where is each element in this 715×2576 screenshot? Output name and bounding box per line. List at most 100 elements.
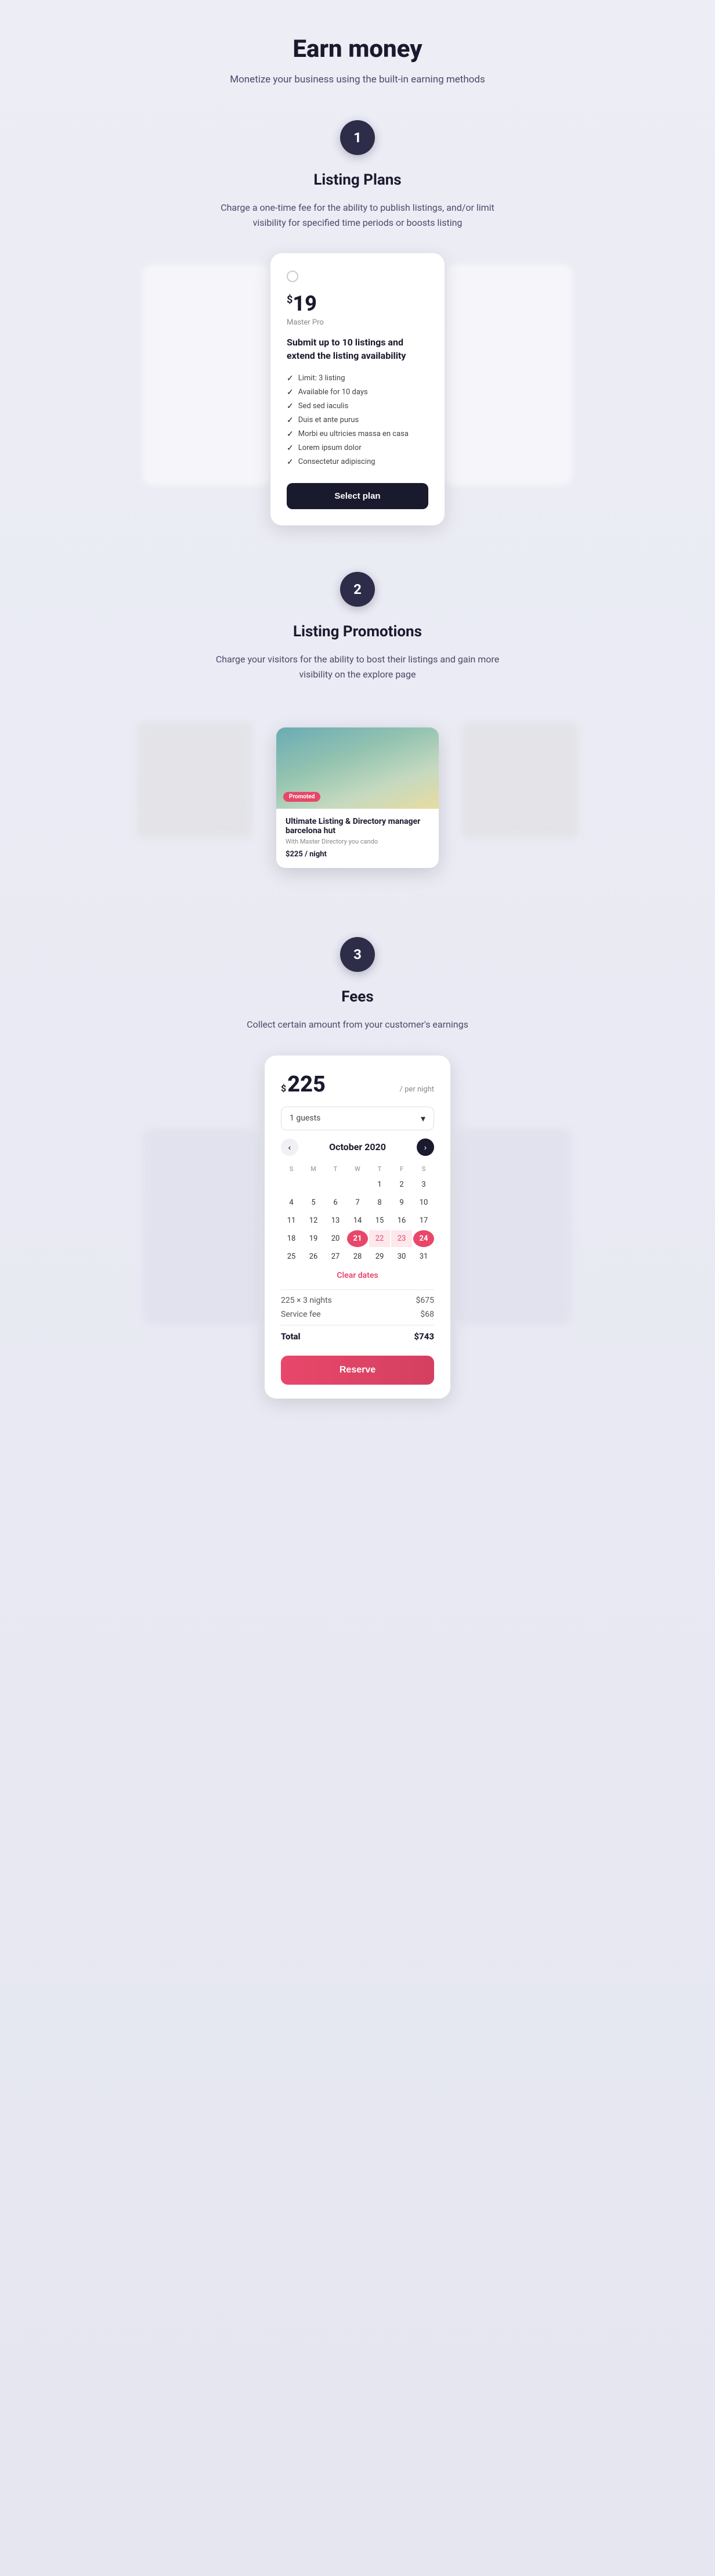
calendar-day[interactable]: 31	[413, 1248, 434, 1265]
fees-bg-right	[456, 1128, 572, 1325]
plan-currency: $	[287, 294, 292, 306]
clear-dates-button[interactable]: Clear dates	[281, 1271, 434, 1280]
calendar-day[interactable]: 21	[347, 1230, 368, 1247]
step-3-description: Collect certain amount from your custome…	[247, 1017, 468, 1032]
calendar-day[interactable]: 14	[347, 1212, 368, 1229]
plan-feature-item: ✓Limit: 3 listing	[287, 372, 428, 386]
step-2-description: Charge your visitors for the ability to …	[207, 652, 508, 682]
plan-feature-item: ✓Available for 10 days	[287, 386, 428, 399]
promo-price: $225 / night	[286, 850, 429, 859]
promo-bg-left	[137, 722, 253, 838]
plan-feature-item: ✓Sed sed iaculis	[287, 399, 428, 413]
calendar-day[interactable]: 12	[303, 1212, 324, 1229]
calendar-day[interactable]: 23	[391, 1230, 412, 1247]
price-amount: $ 225	[281, 1072, 326, 1097]
promo-subtitle: With Master Directory you cando	[286, 838, 429, 845]
fee-amount: $675	[416, 1296, 434, 1305]
calendar-day-header: W	[347, 1163, 368, 1175]
check-icon: ✓	[287, 388, 294, 397]
calendar-day[interactable]: 2	[391, 1176, 412, 1193]
chevron-down-icon: ▾	[421, 1113, 425, 1124]
blurred-plan-right	[445, 265, 572, 485]
calendar-day[interactable]: 8	[369, 1194, 390, 1211]
promo-bg-right	[462, 722, 578, 838]
total-row: Total $743	[281, 1331, 434, 1342]
calendar-day[interactable]: 24	[413, 1230, 434, 1247]
calendar-day[interactable]: 3	[413, 1176, 434, 1193]
calendar-day[interactable]: 11	[281, 1212, 302, 1229]
page-title: Earn money	[292, 35, 422, 63]
calendar-day[interactable]: 6	[325, 1194, 346, 1211]
fee-row: 225 × 3 nights$675	[281, 1296, 434, 1305]
calendar-day[interactable]: 27	[325, 1248, 346, 1265]
promo-image: Promoted	[276, 727, 439, 809]
plans-stage: $19 Master Pro Submit up to 10 listings …	[96, 253, 619, 525]
blurred-plan-left	[143, 265, 270, 485]
listing-plans-section: 1 Listing Plans Charge a one-time fee fo…	[96, 120, 619, 525]
calendar-day	[325, 1176, 346, 1193]
plan-features-list: ✓Limit: 3 listing✓Available for 10 days✓…	[287, 372, 428, 469]
plan-feature-item: ✓Duis et ante purus	[287, 413, 428, 427]
promo-card: Promoted Ultimate Listing & Directory ma…	[276, 727, 439, 868]
fee-label: Service fee	[281, 1310, 321, 1319]
calendar-day[interactable]: 22	[369, 1230, 390, 1247]
calendar-day[interactable]: 9	[391, 1194, 412, 1211]
guests-selector[interactable]: 1 guests ▾	[281, 1107, 434, 1130]
calendar-day[interactable]: 15	[369, 1212, 390, 1229]
calendar-day[interactable]: 18	[281, 1230, 302, 1247]
calendar-day	[347, 1176, 368, 1193]
calendar-day-header: S	[281, 1163, 302, 1175]
price-currency: $	[281, 1083, 286, 1094]
step-3-title: Fees	[341, 988, 373, 1006]
calendar-prev-button[interactable]: ‹	[281, 1139, 298, 1156]
reserve-button[interactable]: Reserve	[281, 1356, 434, 1385]
calendar-day[interactable]: 25	[281, 1248, 302, 1265]
calendar-day[interactable]: 29	[369, 1248, 390, 1265]
plan-card: $19 Master Pro Submit up to 10 listings …	[270, 253, 445, 525]
calendar-month: October 2020	[329, 1141, 386, 1152]
plan-feature-item: ✓Morbi eu ultricies massa en casa	[287, 427, 428, 441]
calendar-day[interactable]: 13	[325, 1212, 346, 1229]
calendar-day[interactable]: 7	[347, 1194, 368, 1211]
plan-headline: Submit up to 10 listings and extend the …	[287, 336, 428, 362]
promotions-stage: Promoted Ultimate Listing & Directory ma…	[96, 705, 619, 891]
calendar-day[interactable]: 4	[281, 1194, 302, 1211]
step-2-circle: 2	[340, 572, 375, 607]
calendar-day[interactable]: 1	[369, 1176, 390, 1193]
calendar-day[interactable]: 26	[303, 1248, 324, 1265]
promo-info: Ultimate Listing & Directory manager bar…	[276, 809, 439, 868]
fee-amount: $68	[420, 1310, 434, 1319]
fees-section: 3 Fees Collect certain amount from your …	[96, 937, 619, 1399]
arrow-right-icon: ›	[424, 1143, 427, 1152]
plan-radio[interactable]	[287, 271, 298, 282]
check-icon: ✓	[287, 374, 294, 383]
total-amount: $743	[414, 1331, 434, 1342]
calendar-day[interactable]: 28	[347, 1248, 368, 1265]
page-subtitle: Monetize your business using the built-i…	[230, 74, 485, 85]
divider	[281, 1289, 434, 1290]
plan-feature-item: ✓Lorem ipsum dolor	[287, 441, 428, 455]
calendar-day[interactable]: 30	[391, 1248, 412, 1265]
plan-price: $19	[287, 291, 428, 316]
calendar-day[interactable]: 10	[413, 1194, 434, 1211]
step-1-title: Listing Plans	[313, 171, 401, 189]
price-header: $ 225 / per night	[281, 1072, 434, 1097]
calendar-header: ‹ October 2020 ›	[281, 1139, 434, 1156]
total-label: Total	[281, 1331, 301, 1342]
calendar-next-button[interactable]: ›	[417, 1139, 434, 1156]
calendar-day[interactable]: 20	[325, 1230, 346, 1247]
calendar-day[interactable]: 19	[303, 1230, 324, 1247]
calendar-day	[281, 1176, 302, 1193]
price-period: / per night	[400, 1085, 434, 1094]
fee-rows: 225 × 3 nights$675 Service fee $68	[281, 1296, 434, 1319]
step-1-description: Charge a one-time fee for the ability to…	[207, 200, 508, 230]
select-plan-button[interactable]: Select plan	[287, 483, 428, 509]
check-icon: ✓	[287, 416, 294, 425]
calendar-day[interactable]: 5	[303, 1194, 324, 1211]
check-icon: ✓	[287, 457, 294, 467]
calendar-day-header: F	[391, 1163, 412, 1175]
calendar-day[interactable]: 16	[391, 1212, 412, 1229]
calendar-day[interactable]: 17	[413, 1212, 434, 1229]
listing-promotions-section: 2 Listing Promotions Charge your visitor…	[96, 572, 619, 891]
calendar-grid: SMTWTFS123456789101112131415161718192021…	[281, 1163, 434, 1265]
